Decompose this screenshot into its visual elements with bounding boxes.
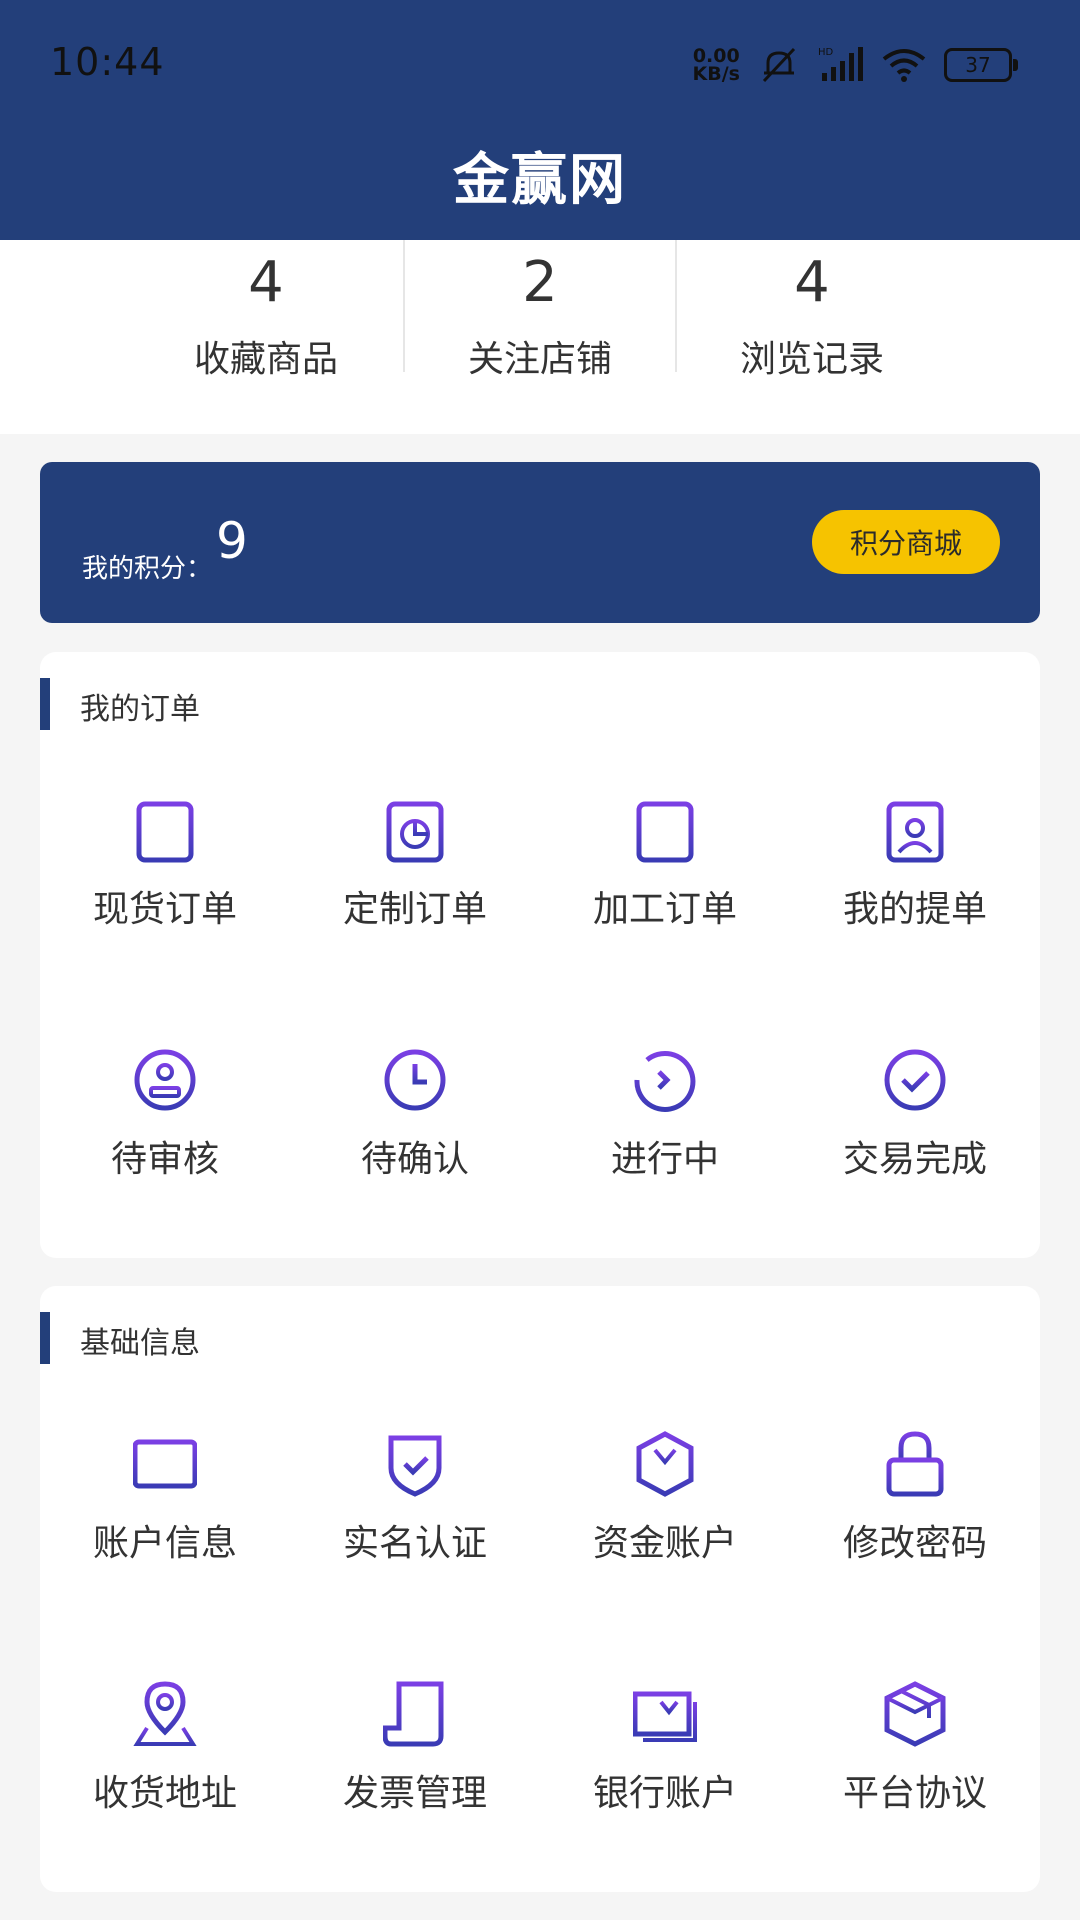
- clock-icon: [384, 1049, 446, 1111]
- points-banner: 我的积分： 9 积分商城: [40, 462, 1040, 623]
- mute-icon: [762, 47, 796, 83]
- page-title: 金赢网: [453, 148, 627, 213]
- bank-note-icon: [633, 1691, 697, 1742]
- stat-label: 浏览记录: [739, 339, 884, 380]
- real-name-auth[interactable]: 实名认证: [290, 1430, 540, 1630]
- clipboard-tool-icon: [636, 798, 694, 863]
- check-circle-icon: [884, 1049, 946, 1111]
- stats-bar: 4 收藏商品 2 关注店铺 4 浏览记录: [0, 240, 1080, 434]
- grid-item-label: 平台协议: [842, 1773, 987, 1814]
- points-mall-button[interactable]: 积分商城: [812, 510, 1000, 574]
- svg-text:HD: HD: [818, 47, 834, 58]
- section-accent-bar: [40, 1312, 50, 1364]
- stat-value: 2: [522, 250, 558, 315]
- yen-hexagon-icon: [636, 1431, 694, 1497]
- clipboard-user-icon: [886, 798, 944, 863]
- stat-followed-shops[interactable]: 2 关注店铺: [404, 240, 676, 410]
- points-label: 我的积分：: [82, 554, 213, 584]
- grid-item-label: 定制订单: [342, 889, 487, 930]
- order-pending-confirm[interactable]: 待确认: [290, 1046, 540, 1246]
- stat-value: 4: [248, 250, 284, 315]
- order-spot[interactable]: 现货订单: [40, 796, 290, 996]
- shipping-address[interactable]: 收货地址: [40, 1680, 290, 1880]
- grid-item-label: 账户信息: [92, 1523, 237, 1564]
- lock-icon: [886, 1431, 944, 1497]
- invoice-management[interactable]: 发票管理: [290, 1680, 540, 1880]
- stat-label: 收藏商品: [193, 339, 338, 380]
- grid-item-label: 待审核: [110, 1139, 219, 1180]
- order-custom[interactable]: 定制订单: [290, 796, 540, 996]
- stat-label: 关注店铺: [467, 339, 612, 380]
- grid-item-label: 实名认证: [342, 1523, 487, 1564]
- net-speed-unit: KB/s: [692, 63, 740, 85]
- order-in-progress[interactable]: 进行中: [540, 1046, 790, 1246]
- app-header: 10:44 0.00 KB/s HD 37 金赢网: [0, 0, 1080, 240]
- shield-check-icon: [388, 1435, 442, 1497]
- grid-item-label: 我的提单: [842, 889, 987, 930]
- grid-item-label: 进行中: [610, 1139, 719, 1180]
- platform-agreement[interactable]: 平台协议: [790, 1680, 1040, 1880]
- fund-account[interactable]: 资金账户: [540, 1430, 790, 1630]
- status-icons: 0.00 KB/s HD 37: [692, 40, 1018, 90]
- box-icon: [884, 1681, 946, 1747]
- hd-signal-icon: HD: [818, 47, 863, 81]
- account-info[interactable]: 账户信息: [40, 1430, 290, 1630]
- grid-item-label: 银行账户: [592, 1773, 737, 1814]
- order-completed[interactable]: 交易完成: [790, 1046, 1040, 1246]
- points-value: 9: [216, 512, 248, 570]
- stat-browse-history[interactable]: 4 浏览记录: [676, 240, 948, 410]
- grid-item-label: 现货订单: [92, 889, 237, 930]
- order-processing[interactable]: 加工订单: [540, 796, 790, 996]
- clipboard-list-icon: [136, 798, 194, 863]
- wifi-icon: [882, 49, 926, 82]
- order-pending-review[interactable]: 待审核: [40, 1046, 290, 1246]
- battery-level: 37: [965, 53, 991, 77]
- basic-info-card: 基础信息 账户信息 实名认证 资金账户 修改密码 收货地址 发票管理 银行账户 …: [40, 1286, 1040, 1892]
- status-time: 10:44: [50, 40, 165, 84]
- grid-item-label: 加工订单: [592, 889, 737, 930]
- stamp-icon: [134, 1049, 196, 1111]
- order-bill-of-lading[interactable]: 我的提单: [790, 796, 1040, 996]
- bank-account[interactable]: 银行账户: [540, 1680, 790, 1880]
- grid-item-label: 交易完成: [842, 1139, 987, 1180]
- grid-item-label: 收货地址: [92, 1773, 237, 1814]
- orders-card: 我的订单 现货订单 定制订单 加工订单 我的提单 待审核 待确认 进行中 交易完…: [40, 652, 1040, 1258]
- location-pin-icon: [133, 1681, 197, 1746]
- battery-icon: 37: [944, 48, 1018, 82]
- section-accent-bar: [40, 678, 50, 730]
- progress-icon: [634, 1051, 696, 1112]
- section-title: 基础信息: [80, 1326, 200, 1361]
- change-password[interactable]: 修改密码: [790, 1430, 1040, 1630]
- card-icon: [133, 1439, 197, 1489]
- grid-item-label: 资金账户: [592, 1523, 737, 1564]
- invoice-icon: [383, 1681, 444, 1747]
- clipboard-chart-icon: [386, 798, 444, 863]
- grid-item-label: 待确认: [360, 1139, 469, 1180]
- net-speed: 0.00 KB/s: [692, 47, 740, 85]
- section-title: 我的订单: [80, 692, 200, 727]
- stat-favorite-products[interactable]: 4 收藏商品: [130, 240, 402, 410]
- grid-item-label: 发票管理: [342, 1773, 487, 1814]
- stat-value: 4: [794, 250, 830, 315]
- grid-item-label: 修改密码: [842, 1523, 987, 1564]
